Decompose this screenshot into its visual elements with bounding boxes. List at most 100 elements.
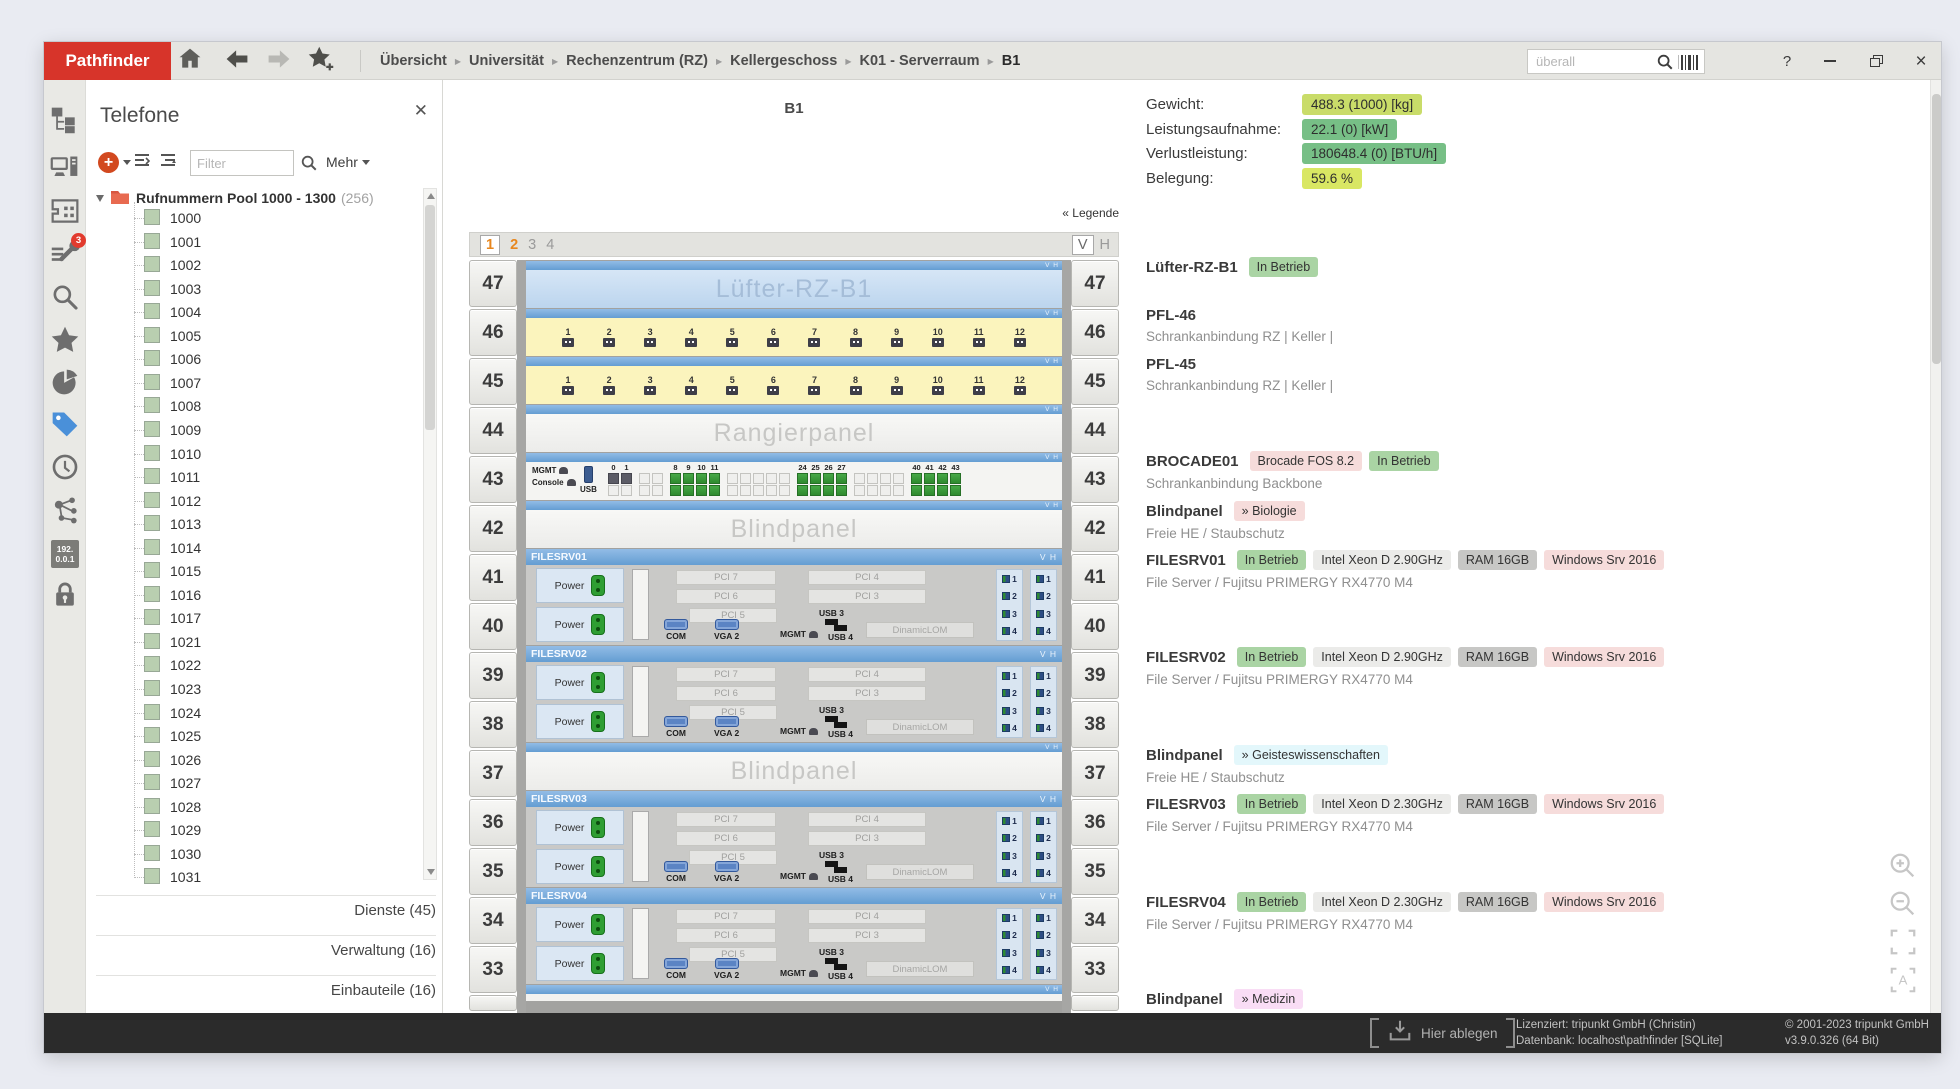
breadcrumb-item[interactable]: Rechenzentrum (RZ) <box>566 53 708 69</box>
back-button[interactable] <box>222 46 252 76</box>
scrollbar-thumb[interactable] <box>1932 94 1941 364</box>
section-verwaltung[interactable]: Verwaltung (16) <box>96 935 436 960</box>
device-entry-blindpanel[interactable]: Blindpanel» Medizin <box>1146 990 1918 1010</box>
stat-row: Leistungsaufnahme:22.1 (0) [kW] <box>1146 119 1397 140</box>
device-entry-blindpanel[interactable]: Blindpanel» BiologieFreie HE / Staubschu… <box>1146 502 1918 541</box>
sidebar-icon-pie-chart[interactable] <box>48 367 82 401</box>
filter-input[interactable] <box>191 151 293 175</box>
orientation-V[interactable]: V <box>1072 235 1094 255</box>
section-einbauteile[interactable]: Einbauteile (16) <box>96 975 436 1000</box>
minimize-button[interactable] <box>1815 47 1845 75</box>
add-button[interactable]: + <box>98 152 131 173</box>
device-entry-filesrv01[interactable]: FILESRV01In BetriebIntel Xeon D 2.90GHzR… <box>1146 551 1918 590</box>
rj45-icon <box>850 338 862 347</box>
tree-item-label: 1009 <box>170 419 201 441</box>
drop-zone[interactable]: Hier ablegen <box>1370 1018 1515 1048</box>
rack-panel-rangierpanel[interactable]: V HRangierpanel <box>526 405 1062 452</box>
zoom-out-button[interactable] <box>1888 889 1920 921</box>
device-entry-filesrv04[interactable]: FILESRV04In BetriebIntel Xeon D 2.30GHzR… <box>1146 893 1918 932</box>
orientation-H[interactable]: H <box>1100 236 1110 254</box>
collapse-all-button[interactable] <box>134 152 152 169</box>
tree-collapse-icon[interactable] <box>96 195 104 202</box>
rack-panel-ports[interactable]: V H123456789101112 <box>526 357 1062 404</box>
close-button[interactable]: × <box>1906 47 1936 75</box>
rack-panel-switch[interactable]: V HMGMT Console USB018910112425262740414… <box>526 453 1062 500</box>
rack-panel-partial[interactable]: V H <box>526 985 1062 1001</box>
sidebar-icon-lock[interactable] <box>48 580 82 614</box>
expand-all-button[interactable] <box>160 152 178 169</box>
forward-button[interactable] <box>264 46 294 76</box>
rack-panel-filesrv03[interactable]: FILESRV03V HPowerPowerPCI 7PCI 6PCI 5PCI… <box>526 791 1062 887</box>
port-icon <box>1002 949 1010 957</box>
scrollbar-thumb[interactable] <box>425 205 435 430</box>
pci-slot: PCI 3 <box>808 589 926 604</box>
device-entry-filesrv03[interactable]: FILESRV03In BetriebIntel Xeon D 2.30GHzR… <box>1146 795 1918 834</box>
device-entry-pfl-45[interactable]: PFL-45Schrankanbindung RZ | Keller | <box>1146 356 1918 393</box>
rack-panel-blindpanel[interactable]: V HBlindpanel <box>526 743 1062 790</box>
fit-view-button[interactable] <box>1888 927 1920 959</box>
maximize-button[interactable] <box>1861 47 1891 75</box>
sidebar-icon-floorplan[interactable] <box>48 196 82 230</box>
search-icon[interactable] <box>1656 53 1674 76</box>
sidebar-icon-ip-address[interactable]: 192.0.0.1 <box>48 537 82 571</box>
status-badge: Intel Xeon D 2.30GHz <box>1313 892 1451 912</box>
device-entry-brocade01[interactable]: BROCADE01Brocade FOS 8.2In BetriebSchran… <box>1146 452 1918 491</box>
panel-body <box>526 994 1062 1001</box>
breadcrumb-item[interactable]: Kellergeschoss <box>730 53 837 69</box>
rack-panel-filesrv01[interactable]: FILESRV01V HPowerPowerPCI 7PCI 6PCI 5PCI… <box>526 549 1062 645</box>
more-button[interactable]: Mehr <box>326 154 370 170</box>
port-column: 40 <box>911 464 922 496</box>
port-green <box>810 473 821 484</box>
rack-panel-filesrv04[interactable]: FILESRV04V HPowerPowerPCI 7PCI 6PCI 5PCI… <box>526 888 1062 984</box>
rack-tab-2[interactable]: 2 <box>510 236 518 254</box>
telefone-panel: Telefone ✕ + Mehr Rufnummern Pool 1000 -… <box>86 80 443 1013</box>
tree-root[interactable]: Rufnummern Pool 1000 - 1300 (256) <box>96 188 374 208</box>
sidebar-icon-search[interactable] <box>48 282 82 316</box>
unit-number <box>1071 995 1119 1011</box>
rack-tab-1[interactable]: 1 <box>480 235 500 255</box>
rack-tab-4[interactable]: 4 <box>546 236 554 254</box>
port-icon <box>1036 592 1044 600</box>
fit-text-button[interactable]: A <box>1888 965 1920 997</box>
port-column <box>880 464 891 496</box>
sidebar-icon-favorites[interactable] <box>48 325 82 359</box>
rack-panel-filesrv02[interactable]: FILESRV02V HPowerPowerPCI 7PCI 6PCI 5PCI… <box>526 646 1062 742</box>
panel-header: V H <box>526 501 1062 510</box>
barcode-icon[interactable] <box>1680 54 1700 76</box>
device-entry-l-fter-rz-b1[interactable]: Lüfter-RZ-B1In Betrieb <box>1146 258 1918 278</box>
section-dienste[interactable]: Dienste (45) <box>96 895 436 920</box>
app-logo[interactable]: Pathfinder <box>44 42 171 80</box>
fan-panel-label: Lüfter-RZ-B1 <box>526 270 1062 308</box>
legend-link[interactable]: « Legende <box>469 206 1119 220</box>
sidebar-icon-topology[interactable] <box>48 495 82 529</box>
sidebar-icon-tag-active[interactable] <box>48 409 82 443</box>
sidebar-icon-hierarchy[interactable] <box>48 105 82 139</box>
main-scrollbar[interactable] <box>1930 80 1941 1013</box>
rack-panel-l-fter-rz-b1[interactable]: V HLüfter-RZ-B1 <box>526 261 1062 308</box>
device-entry-pfl-46[interactable]: PFL-46Schrankanbindung RZ | Keller | <box>1146 307 1918 344</box>
breadcrumb-item[interactable]: Universität <box>469 53 544 69</box>
scroll-down-icon[interactable] <box>427 869 435 875</box>
tree-guide-stub <box>134 477 144 478</box>
sidebar-icon-clock[interactable] <box>48 452 82 486</box>
stat-value-badge: 180648.4 (0) [BTU/h] <box>1302 143 1446 164</box>
rack-panel-blindpanel[interactable]: V HBlindpanel <box>526 501 1062 548</box>
device-entry-filesrv02[interactable]: FILESRV02In BetriebIntel Xeon D 2.90GHzR… <box>1146 648 1918 687</box>
rack-panel-ports[interactable]: V H123456789101112 <box>526 309 1062 356</box>
favorite-add-button[interactable] <box>306 46 336 76</box>
home-button[interactable] <box>175 46 205 76</box>
breadcrumb-item[interactable]: Übersicht <box>380 53 447 69</box>
zoom-in-button[interactable] <box>1888 851 1920 883</box>
filter-search-button[interactable] <box>300 154 318 172</box>
sidebar-icon-tools[interactable]: 3 <box>48 237 82 271</box>
help-button[interactable]: ? <box>1772 47 1802 75</box>
breadcrumb-item[interactable]: B1 <box>1002 53 1021 69</box>
panel-close-icon[interactable]: ✕ <box>414 102 428 119</box>
breadcrumb-item[interactable]: K01 - Serverraum <box>859 53 979 69</box>
sidebar-icon-workstation[interactable] <box>48 153 82 187</box>
device-entry-blindpanel[interactable]: Blindpanel» GeisteswissenschaftenFreie H… <box>1146 746 1918 785</box>
tree-scrollbar[interactable] <box>423 188 437 880</box>
rack-tab-3[interactable]: 3 <box>528 236 536 254</box>
port-dark <box>608 473 619 484</box>
scroll-up-icon[interactable] <box>427 193 435 199</box>
